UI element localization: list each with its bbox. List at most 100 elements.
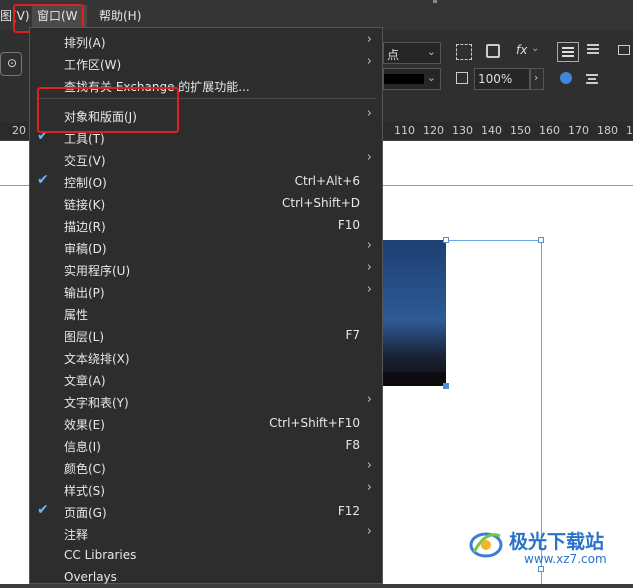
menu-item-shortcut: Ctrl+Shift+F10 (269, 416, 360, 430)
chevron-right-icon: › (366, 392, 372, 407)
menu-item-shortcut: F10 (337, 218, 360, 232)
frame-square-icon[interactable] (486, 44, 500, 58)
stroke-type-select[interactable]: ⌄ (383, 68, 441, 90)
stroke-preview (384, 74, 424, 84)
chevron-right-icon: › (366, 524, 372, 539)
menu-item-links[interactable]: 链接(K) Ctrl+Shift+D (30, 192, 382, 214)
frame-handle[interactable] (538, 566, 544, 572)
frame-handle[interactable] (443, 237, 449, 243)
menu-item-control[interactable]: ✔ 控制(O) Ctrl+Alt+6 (30, 170, 382, 192)
menu-item-label: 工作区(W) (64, 58, 122, 72)
menu-item-layers[interactable]: 图层(L) F7 (30, 324, 382, 346)
chevron-right-icon: › (366, 106, 372, 121)
menu-item-story[interactable]: 文章(A) (30, 368, 382, 390)
color-dot-icon[interactable] (560, 72, 572, 84)
ruler-tick: 150 (510, 124, 531, 137)
align-center-icon[interactable] (586, 72, 600, 84)
menu-item-label: 图层(L) (64, 330, 105, 344)
ruler-tick: 20 (12, 124, 26, 137)
distribute-icon[interactable] (618, 42, 632, 58)
ruler-tick: 130 (452, 124, 473, 137)
menu-item-label: 文字和表(Y) (64, 396, 129, 410)
menu-item-label: 样式(S) (64, 484, 105, 498)
menu-item-styles[interactable]: 样式(S) › (30, 478, 382, 500)
chevron-right-icon: › (366, 238, 372, 253)
menu-item-shortcut: Ctrl+Shift+D (282, 196, 360, 210)
menu-help[interactable]: 帮助(H) (99, 6, 141, 26)
menu-item-label: 属性 (64, 308, 89, 322)
align-right-icon[interactable] (587, 42, 601, 58)
zoom-value: 100% (478, 72, 513, 86)
menu-item-review[interactable]: 审稿(D) › (30, 236, 382, 258)
menu-item-label: 文章(A) (64, 374, 106, 388)
menu-item-label: 描边(R) (64, 220, 106, 234)
ruler-tick: 120 (423, 124, 444, 137)
chevron-right-icon: › (366, 54, 372, 69)
chevron-right-icon: › (366, 260, 372, 275)
menu-item-workspace[interactable]: 工作区(W) › (30, 52, 382, 74)
chevron-right-icon: › (366, 458, 372, 473)
chevron-right-icon: › (366, 282, 372, 297)
menu-item-utilities[interactable]: 实用程序(U) › (30, 258, 382, 280)
chevron-right-icon: › (366, 150, 372, 165)
menu-item-type-tables[interactable]: 文字和表(Y) › (30, 390, 382, 412)
frame-fit-icon[interactable] (456, 44, 472, 60)
frame-handle[interactable] (443, 383, 449, 389)
zoom-arrow-button[interactable]: › (530, 68, 544, 90)
menu-item-stroke[interactable]: 描边(R) F10 (30, 214, 382, 236)
check-icon: ✔ (37, 502, 49, 518)
menu-item-shortcut: F12 (337, 504, 360, 518)
menu-item-effects[interactable]: 效果(E) Ctrl+Shift+F10 (30, 412, 382, 434)
opacity-icon (456, 72, 468, 84)
chevron-right-icon: › (366, 480, 372, 495)
zoom-field[interactable]: 100% (474, 68, 530, 90)
ruler-tick: 19 (626, 124, 633, 137)
menu-item-label: 链接(K) (64, 198, 106, 212)
link-icon[interactable]: ⊙ (0, 52, 22, 76)
frame-handle[interactable] (538, 237, 544, 243)
align-left-icon[interactable] (557, 42, 579, 62)
menu-item-properties[interactable]: 属性 (30, 302, 382, 324)
check-icon: ✔ (37, 172, 49, 188)
menu-item-pages[interactable]: ✔ 页面(G) F12 (30, 500, 382, 522)
menu-item-label: 信息(I) (64, 440, 101, 454)
menu-item-shortcut: Ctrl+Alt+6 (294, 174, 360, 188)
watermark-url: www.xz7.com (524, 552, 607, 566)
ruler-tick: 110 (394, 124, 415, 137)
menu-item-color[interactable]: 颜色(C) › (30, 456, 382, 478)
menu-item-cc-libraries[interactable]: CC Libraries (30, 544, 382, 566)
menu-item-label: 效果(E) (64, 418, 105, 432)
ruler-tick: 170 (568, 124, 589, 137)
placed-image[interactable] (380, 240, 446, 386)
menu-item-label: 输出(P) (64, 286, 105, 300)
chevron-right-icon: › (534, 71, 539, 84)
menu-item-label: 页面(G) (64, 506, 107, 520)
menu-item-output[interactable]: 输出(P) › (30, 280, 382, 302)
fx-icon[interactable]: fx (516, 43, 527, 57)
chevron-right-icon: › (366, 32, 372, 47)
menu-item-text-wrap[interactable]: 文本绕排(X) (30, 346, 382, 368)
menu-item-overlays[interactable]: Overlays (30, 566, 382, 588)
ruler-tick: 180 (597, 124, 618, 137)
site-logo-icon (468, 526, 504, 562)
chevron-down-icon: ⌄ (426, 45, 436, 58)
chevron-down-icon: ⌄ (426, 71, 436, 84)
stroke-unit-label: 点 (387, 48, 400, 62)
ruler-tick: 160 (539, 124, 560, 137)
menu-item-notes[interactable]: 注释 › (30, 522, 382, 544)
ruler-tick: 140 (481, 124, 502, 137)
menu-item-arrange[interactable]: 排列(A) › (30, 30, 382, 52)
menu-item-label: CC Libraries (64, 548, 137, 562)
menu-item-label: 审稿(D) (64, 242, 107, 256)
menu-bar: 图(V) 窗口(W 帮助(H) (0, 0, 633, 30)
menu-item-interactive[interactable]: 交互(V) › (30, 148, 382, 170)
stroke-weight-field[interactable]: 点 ⌄ (383, 42, 441, 64)
menu-item-label: 排列(A) (64, 36, 106, 50)
menu-item-label: 颜色(C) (64, 462, 106, 476)
menu-item-label: 实用程序(U) (64, 264, 131, 278)
frame-edge-top (446, 240, 541, 241)
image-skyline (380, 372, 446, 386)
menu-item-info[interactable]: 信息(I) F8 (30, 434, 382, 456)
menu-item-label: 文本绕排(X) (64, 352, 130, 366)
menu-item-label: 注释 (64, 528, 89, 542)
